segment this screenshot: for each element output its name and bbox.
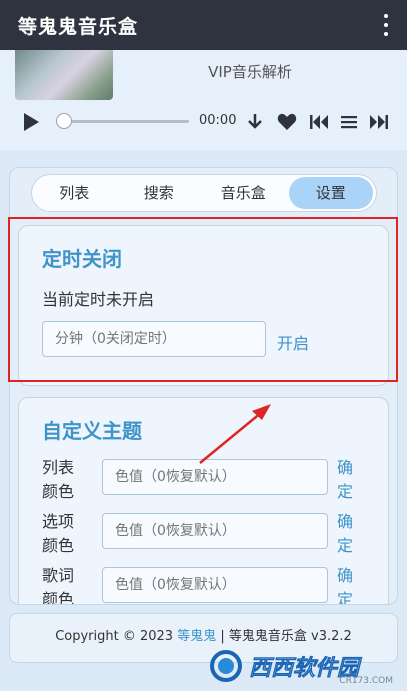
timer-start-link[interactable]: 开启 xyxy=(277,330,309,354)
download-icon[interactable] xyxy=(244,110,266,134)
album-cover xyxy=(15,50,113,100)
previous-icon[interactable] xyxy=(308,110,330,134)
app-bar: 等鬼鬼音乐盒 xyxy=(0,0,407,50)
lyrics-color-confirm[interactable]: 确定 xyxy=(337,564,357,604)
watermark: 西西软件园 CR173.COM xyxy=(209,646,399,686)
time-display: 00:00 xyxy=(199,113,237,128)
timer-title: 定时关闭 xyxy=(42,247,122,271)
settings-panel: 列表 搜索 音乐盒 设置 定时关闭 当前定时未开启 开启 自定义主题 列表颜色 … xyxy=(9,167,398,605)
lyrics-color-label: 歌词颜色 xyxy=(42,566,75,605)
progress-knob[interactable] xyxy=(56,113,72,129)
progress-track[interactable] xyxy=(63,120,189,123)
theme-title: 自定义主题 xyxy=(42,419,142,443)
option-color-label: 选项颜色 xyxy=(42,512,75,555)
tab-bar: 列表 搜索 音乐盒 设置 xyxy=(31,174,377,212)
app-title: 等鬼鬼音乐盒 xyxy=(18,15,139,38)
list-color-input[interactable] xyxy=(102,459,328,495)
footer-copyright: Copyright © 2023 xyxy=(55,629,178,644)
player: VIP音乐解析 00:00 xyxy=(0,50,407,150)
theme-card: 自定义主题 列表颜色 确定 选项颜色 确定 歌词颜色 确定 xyxy=(18,397,389,605)
watermark-sub: CR173.COM xyxy=(339,676,393,686)
heart-icon[interactable] xyxy=(275,110,299,134)
timer-minutes-input[interactable] xyxy=(42,321,266,357)
list-color-confirm[interactable]: 确定 xyxy=(337,456,357,504)
list-color-label: 列表颜色 xyxy=(42,458,75,501)
more-menu-icon[interactable] xyxy=(381,14,391,36)
lyrics-color-input[interactable] xyxy=(102,567,328,603)
tab-list[interactable]: 列表 xyxy=(32,177,117,209)
footer-version: | 等鬼鬼音乐盒 v3.2.2 xyxy=(216,629,352,644)
song-title: VIP音乐解析 xyxy=(208,63,292,81)
player-controls: 00:00 xyxy=(18,110,393,134)
tab-music-box[interactable]: 音乐盒 xyxy=(201,177,286,209)
option-color-confirm[interactable]: 确定 xyxy=(337,510,357,558)
footer-brand-link[interactable]: 等鬼鬼 xyxy=(177,629,216,644)
playlist-icon[interactable] xyxy=(338,110,360,134)
option-color-input[interactable] xyxy=(102,513,328,549)
timer-card: 定时关闭 当前定时未开启 开启 xyxy=(18,225,389,386)
next-icon[interactable] xyxy=(368,110,390,134)
timer-status: 当前定时未开启 xyxy=(42,290,155,309)
tab-search[interactable]: 搜索 xyxy=(117,177,202,209)
tab-settings[interactable]: 设置 xyxy=(288,177,373,209)
play-icon[interactable] xyxy=(18,110,44,134)
watermark-logo-icon xyxy=(210,650,242,682)
